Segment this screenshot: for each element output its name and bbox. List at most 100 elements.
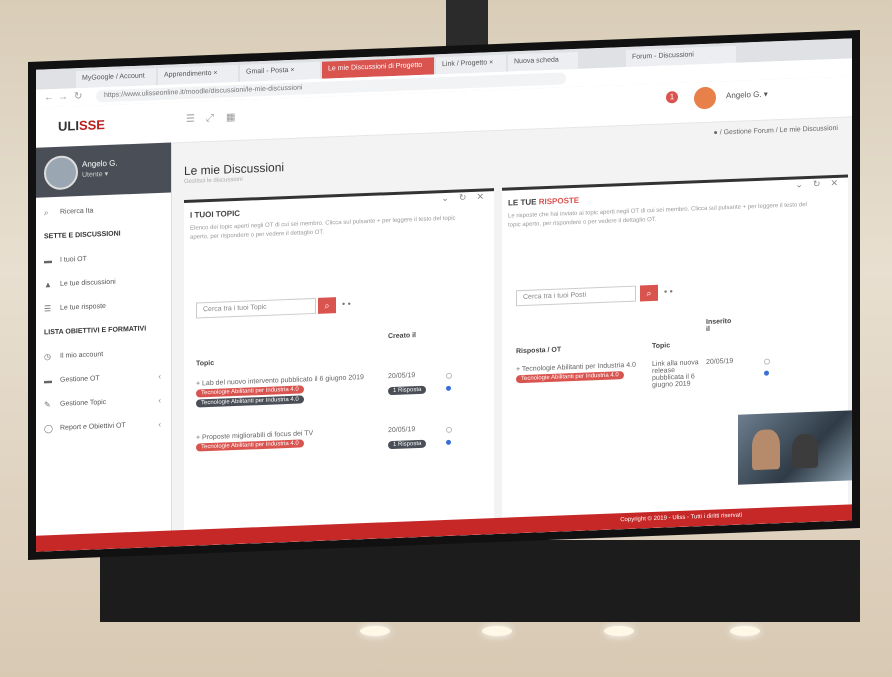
app-icon[interactable] <box>208 549 218 552</box>
search-icon: ⌕ <box>646 288 652 299</box>
search-button[interactable]: ⌕ <box>318 297 336 314</box>
expand-icon[interactable]: ⤢ <box>206 113 214 124</box>
status-dot-icon <box>764 370 769 376</box>
sidebar-item-icon: ◷ <box>44 352 51 362</box>
video-overlay[interactable] <box>738 410 852 485</box>
collapse-icon[interactable]: ⌄ <box>795 179 803 189</box>
browser-icon[interactable] <box>184 550 194 552</box>
table-row[interactable]: + Proposte migliorabili di focus dei TV … <box>196 428 376 452</box>
ceiling-light <box>482 626 512 636</box>
category-tag[interactable]: Tecnologie Abilitanti per Industria 4.0 <box>516 371 624 384</box>
profile-role[interactable]: Utente ▾ <box>82 170 108 179</box>
sidebar-item-label: Gestione OT <box>60 375 100 384</box>
column-header[interactable]: Topic <box>652 342 670 350</box>
ceiling-light <box>360 626 390 636</box>
person-figure <box>792 433 818 469</box>
column-header[interactable]: Risposta / OT <box>516 347 561 356</box>
row-date: 20/05/19 <box>388 372 416 381</box>
menu-icon[interactable]: ☰ <box>186 114 195 125</box>
sidebar-item-icon: ▬ <box>44 376 52 386</box>
category-tag[interactable]: Tecnologie Abilitanti per Industria 4.0 <box>196 395 304 408</box>
panel-tools: ⌄ ↻ ✕ <box>795 178 838 191</box>
sidebar-item-icon: ◯ <box>44 424 53 434</box>
sidebar-section-header: SETTE E DISCUSSIONI <box>36 223 171 248</box>
sidebar-item-label: I tuoi OT <box>60 255 87 264</box>
close-icon[interactable]: ✕ <box>476 191 484 201</box>
panel-title: LE TUE RISPOSTE <box>508 195 580 208</box>
sidebar-item-icon: ☰ <box>44 304 52 314</box>
sidebar-item-icon: ⌕ <box>44 208 49 218</box>
ceiling-light <box>604 626 634 636</box>
sidebar-item-label: Gestione Topic <box>60 398 107 408</box>
ceiling-light <box>730 626 760 636</box>
collapse-icon[interactable]: ⌄ <box>441 193 449 203</box>
chevron-right-icon[interactable]: ‹ <box>158 396 161 405</box>
row-topic[interactable]: Link alla nuova release pubblicata il 6 … <box>652 359 700 389</box>
reply-count-badge[interactable]: 1 Risposta <box>388 439 427 450</box>
sidebar-item[interactable]: ◯ Report e Obiettivi OT ‹ <box>36 415 171 440</box>
breadcrumb[interactable]: ● / Gestione Forum / Le mie Discussioni <box>714 125 838 137</box>
topics-panel: I TUOI TOPIC ⌄ ↻ ✕ Elenco dei topic aper… <box>184 188 494 550</box>
sidebar-item-icon: ✎ <box>44 400 51 410</box>
radio-icon[interactable] <box>446 426 452 433</box>
page-subtitle: Gestisci le discussioni <box>184 176 243 186</box>
refresh-icon[interactable]: ↻ <box>459 192 467 202</box>
category-tag[interactable]: Tecnologie Abilitanti per Industria 4.0 <box>196 439 304 452</box>
reply-count-badge[interactable]: 1 Risposta <box>388 385 427 396</box>
sidebar-item-icon: ▲ <box>44 280 52 290</box>
sidebar-section-header: LISTA OBIETTIVI E FORMATIVI <box>36 319 171 344</box>
column-header[interactable]: Inserito il <box>706 318 736 333</box>
back-icon[interactable]: ← <box>44 92 54 103</box>
user-menu[interactable]: Angelo G. ▾ <box>726 90 768 101</box>
sidebar-item-label: LISTA OBIETTIVI E FORMATIVI <box>44 325 147 337</box>
status-dot-icon <box>446 439 451 445</box>
search-input[interactable]: Cerca tra i tuoi Posti <box>516 285 636 307</box>
table-row[interactable]: + Tecnologie Abilitanti per Industria 4.… <box>516 361 646 384</box>
app-logo[interactable]: ULISSE <box>58 117 105 134</box>
radio-icon[interactable] <box>446 372 452 379</box>
row-date: 20/05/19 <box>706 357 734 366</box>
column-header[interactable]: Topic <box>196 360 214 368</box>
grid-icon[interactable]: ▦ <box>226 112 235 123</box>
panel-description: Elenco dei topic aperti negli OT di cui … <box>190 215 456 241</box>
notification-badge[interactable]: 1 <box>666 91 678 104</box>
sidebar-item[interactable]: ▬ Gestione OT ‹ <box>36 367 171 392</box>
profile-name: Angelo G. <box>82 158 118 169</box>
table-row[interactable]: + Lab del nuovo intervento pubblicato il… <box>196 374 376 408</box>
panel-tools: ⌄ ↻ ✕ <box>441 191 484 204</box>
search-options-icon[interactable]: • • <box>664 286 673 296</box>
reload-icon[interactable]: ↻ <box>74 91 82 102</box>
search-options-icon[interactable]: • • <box>342 299 351 309</box>
sidebar-item-label: Il mio account <box>60 351 104 360</box>
sidebar-profile: Angelo G. Utente ▾ <box>36 142 171 198</box>
sidebar-item[interactable]: ▬ I tuoi OT <box>36 247 171 272</box>
sidebar-item[interactable]: ⌕ Ricerca Ita <box>36 199 171 224</box>
profile-avatar[interactable] <box>44 155 78 191</box>
sidebar-item-label: SETTE E DISCUSSIONI <box>44 230 121 241</box>
column-header[interactable]: Creato il <box>388 332 418 340</box>
chevron-right-icon[interactable]: ‹ <box>158 420 161 429</box>
search-icon: ⌕ <box>324 300 330 311</box>
clock[interactable]: 15:32 03/06/2019 <box>792 524 822 539</box>
sidebar-item[interactable]: ◷ Il mio account <box>36 343 171 368</box>
sidebar-item[interactable]: ☰ Le tue risposte <box>36 295 171 320</box>
forward-icon[interactable]: → <box>58 91 68 102</box>
sidebar-item[interactable]: ✎ Gestione Topic ‹ <box>36 391 171 416</box>
search-button[interactable]: ⌕ <box>640 284 658 302</box>
tv-bezel: MyGoogle / Account Apprendimento × Gmail… <box>28 30 860 561</box>
chevron-right-icon[interactable]: ‹ <box>158 372 161 381</box>
sidebar-item-label: Report e Obiettivi OT <box>60 422 126 432</box>
sidebar-item[interactable]: ▲ Le tue discussioni <box>36 271 171 296</box>
sidebar-item-label: Le tue discussioni <box>60 278 116 288</box>
sidebar-item-label: Le tue risposte <box>60 303 106 312</box>
close-icon[interactable]: ✕ <box>830 178 838 188</box>
status-dot-icon <box>446 385 451 391</box>
panel-title: I TUOI TOPIC <box>190 208 241 220</box>
page-title: Le mie Discussioni <box>184 160 285 179</box>
radio-icon[interactable] <box>764 358 770 365</box>
search-input[interactable]: Cerca tra i tuoi Topic <box>196 297 316 319</box>
screen: MyGoogle / Account Apprendimento × Gmail… <box>36 38 852 552</box>
avatar[interactable] <box>692 84 718 112</box>
refresh-icon[interactable]: ↻ <box>813 179 821 189</box>
person-figure <box>752 429 780 471</box>
